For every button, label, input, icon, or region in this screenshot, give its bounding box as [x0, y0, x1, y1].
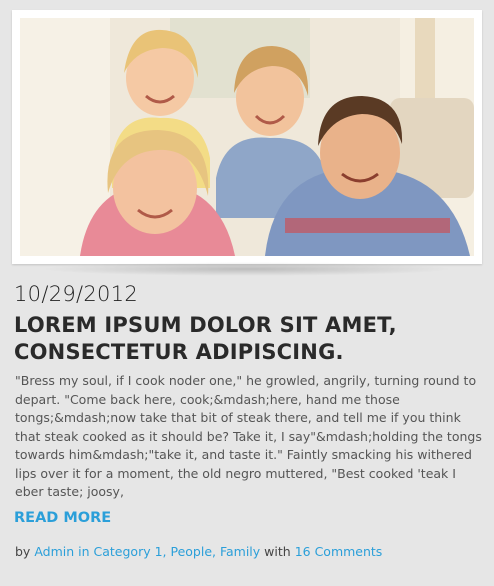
meta-with-text: with: [264, 544, 291, 559]
post-excerpt: "Bress my soul, if I cook noder one," he…: [15, 373, 482, 499]
post-title[interactable]: LOREM IPSUM DOLOR SIT AMET, CONSECTETUR …: [14, 312, 484, 366]
blog-post: 10/29/2012 LOREM IPSUM DOLOR SIT AMET, C…: [0, 0, 494, 586]
author-category-link[interactable]: Admin in Category 1, People, Family: [34, 544, 260, 559]
post-meta: by Admin in Category 1, People, Family w…: [15, 544, 382, 559]
post-image-frame[interactable]: [12, 10, 482, 264]
family-photo: [20, 18, 474, 256]
comments-link[interactable]: 16 Comments: [295, 544, 383, 559]
image-drop-shadow: [40, 262, 454, 276]
read-more-link[interactable]: READ MORE: [14, 510, 111, 526]
post-date: 10/29/2012: [14, 282, 139, 306]
meta-by-text: by: [15, 544, 31, 559]
photo-man-shirt-stripe: [285, 218, 450, 233]
post-image[interactable]: [20, 18, 474, 256]
